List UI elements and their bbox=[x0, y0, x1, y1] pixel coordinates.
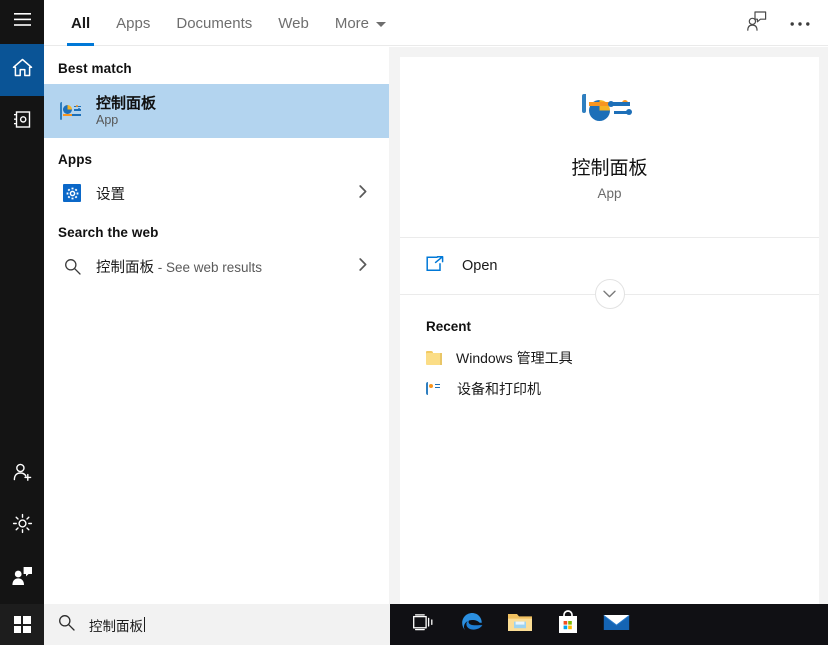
tab-apps-label: Apps bbox=[116, 14, 151, 32]
search-input-value: 控制面板 bbox=[89, 618, 143, 634]
devices-printers-icon bbox=[426, 382, 443, 395]
sidebar-item-account[interactable] bbox=[0, 448, 44, 500]
list-item-web-search[interactable]: 控制面板 - See web results bbox=[44, 248, 389, 284]
taskbar-edge-button[interactable] bbox=[448, 604, 496, 645]
tab-list: All Apps Documents Web More bbox=[58, 0, 399, 46]
edge-icon bbox=[459, 609, 485, 640]
tab-web-label: Web bbox=[278, 14, 309, 32]
chevron-down-icon bbox=[603, 285, 616, 303]
list-item-settings-label: 设置 bbox=[96, 186, 125, 203]
recent-item-devices-printers-label: 设备和打印机 bbox=[457, 380, 541, 397]
web-search-query: 控制面板 bbox=[96, 259, 154, 276]
best-match-title: 控制面板 bbox=[96, 95, 157, 112]
expand-actions-button[interactable] bbox=[594, 279, 625, 309]
preview-subtitle: App bbox=[597, 185, 622, 201]
preview-divider bbox=[400, 279, 819, 309]
feedback-button[interactable] bbox=[744, 10, 768, 36]
web-heading: Search the web bbox=[58, 225, 159, 240]
results-list: Best match 控制面板 App Apps 设置 Search the w… bbox=[0, 47, 389, 604]
notebook-icon bbox=[13, 110, 32, 134]
open-action-label: Open bbox=[462, 258, 498, 274]
list-item-settings[interactable]: 设置 bbox=[44, 175, 389, 211]
taskbar-mail-button[interactable] bbox=[592, 604, 640, 645]
settings-gear-icon bbox=[58, 184, 86, 202]
hamburger-menu-button[interactable] bbox=[0, 0, 44, 44]
preview-header: 控制面板 App bbox=[400, 57, 819, 238]
tab-apps[interactable]: Apps bbox=[103, 0, 163, 46]
chevron-right-icon[interactable] bbox=[359, 258, 367, 274]
mail-icon bbox=[603, 612, 630, 637]
chevron-right-icon[interactable] bbox=[359, 185, 367, 201]
tab-web[interactable]: Web bbox=[265, 0, 322, 46]
best-match-subtitle: App bbox=[96, 113, 119, 127]
search-icon bbox=[58, 258, 86, 275]
apps-heading: Apps bbox=[58, 152, 93, 167]
store-icon bbox=[557, 610, 579, 639]
file-explorer-icon bbox=[507, 611, 533, 638]
recent-item-devices-printers[interactable]: 设备和打印机 bbox=[400, 373, 819, 404]
tab-documents-label: Documents bbox=[176, 14, 253, 32]
hamburger-icon bbox=[13, 13, 31, 31]
taskbar bbox=[390, 604, 828, 645]
taskbar-store-button[interactable] bbox=[544, 604, 592, 645]
ellipsis-icon bbox=[790, 14, 810, 32]
windows-logo-icon bbox=[13, 616, 31, 633]
web-search-suffix: - See web results bbox=[154, 259, 263, 275]
header-actions bbox=[744, 0, 812, 46]
feedback-person-icon bbox=[11, 566, 33, 591]
open-external-icon bbox=[426, 255, 444, 277]
rail-bottom-group bbox=[0, 448, 44, 604]
task-view-icon bbox=[413, 613, 435, 636]
text-caret bbox=[144, 617, 145, 632]
tab-more[interactable]: More bbox=[322, 0, 399, 46]
home-icon bbox=[12, 58, 33, 82]
best-match-heading: Best match bbox=[58, 61, 132, 76]
person-add-icon bbox=[12, 462, 33, 487]
start-button[interactable] bbox=[0, 604, 44, 645]
tab-more-label: More bbox=[334, 14, 370, 32]
control-panel-icon bbox=[581, 93, 638, 136]
sidebar-item-home[interactable] bbox=[0, 44, 44, 96]
search-input[interactable]: 控制面板 bbox=[44, 604, 390, 645]
search-flyout: All Apps Documents Web More Best match 控… bbox=[0, 0, 828, 604]
sidebar-item-feedback[interactable] bbox=[0, 552, 44, 604]
recent-item-admin-tools[interactable]: Windows 管理工具 bbox=[400, 342, 819, 373]
taskbar-task-view-button[interactable] bbox=[400, 604, 448, 645]
taskbar-file-explorer-button[interactable] bbox=[496, 604, 544, 645]
best-match-texts: 控制面板 App bbox=[96, 95, 156, 127]
tab-documents[interactable]: Documents bbox=[163, 0, 265, 46]
web-search-text: 控制面板 - See web results bbox=[96, 256, 262, 277]
more-options-button[interactable] bbox=[788, 11, 812, 35]
tab-all[interactable]: All bbox=[58, 0, 103, 46]
person-feedback-icon bbox=[746, 10, 767, 36]
preview-title: 控制面板 bbox=[571, 157, 648, 179]
control-panel-icon bbox=[58, 101, 86, 121]
best-match-result[interactable]: 控制面板 App bbox=[0, 84, 389, 138]
gear-icon bbox=[12, 513, 33, 539]
sidebar-item-notebook[interactable] bbox=[0, 96, 44, 148]
chevron-down-icon bbox=[376, 21, 387, 27]
search-tabbar: All Apps Documents Web More bbox=[44, 0, 828, 46]
recent-item-admin-tools-label: Windows 管理工具 bbox=[456, 349, 573, 366]
left-rail bbox=[0, 0, 44, 645]
preview-card: 控制面板 App Open Recent Windows 管理工具 设备和打印机 bbox=[400, 57, 819, 604]
sidebar-item-settings[interactable] bbox=[0, 500, 44, 552]
folder-icon bbox=[426, 350, 442, 365]
tab-all-label: All bbox=[71, 14, 91, 32]
search-icon bbox=[58, 614, 75, 636]
